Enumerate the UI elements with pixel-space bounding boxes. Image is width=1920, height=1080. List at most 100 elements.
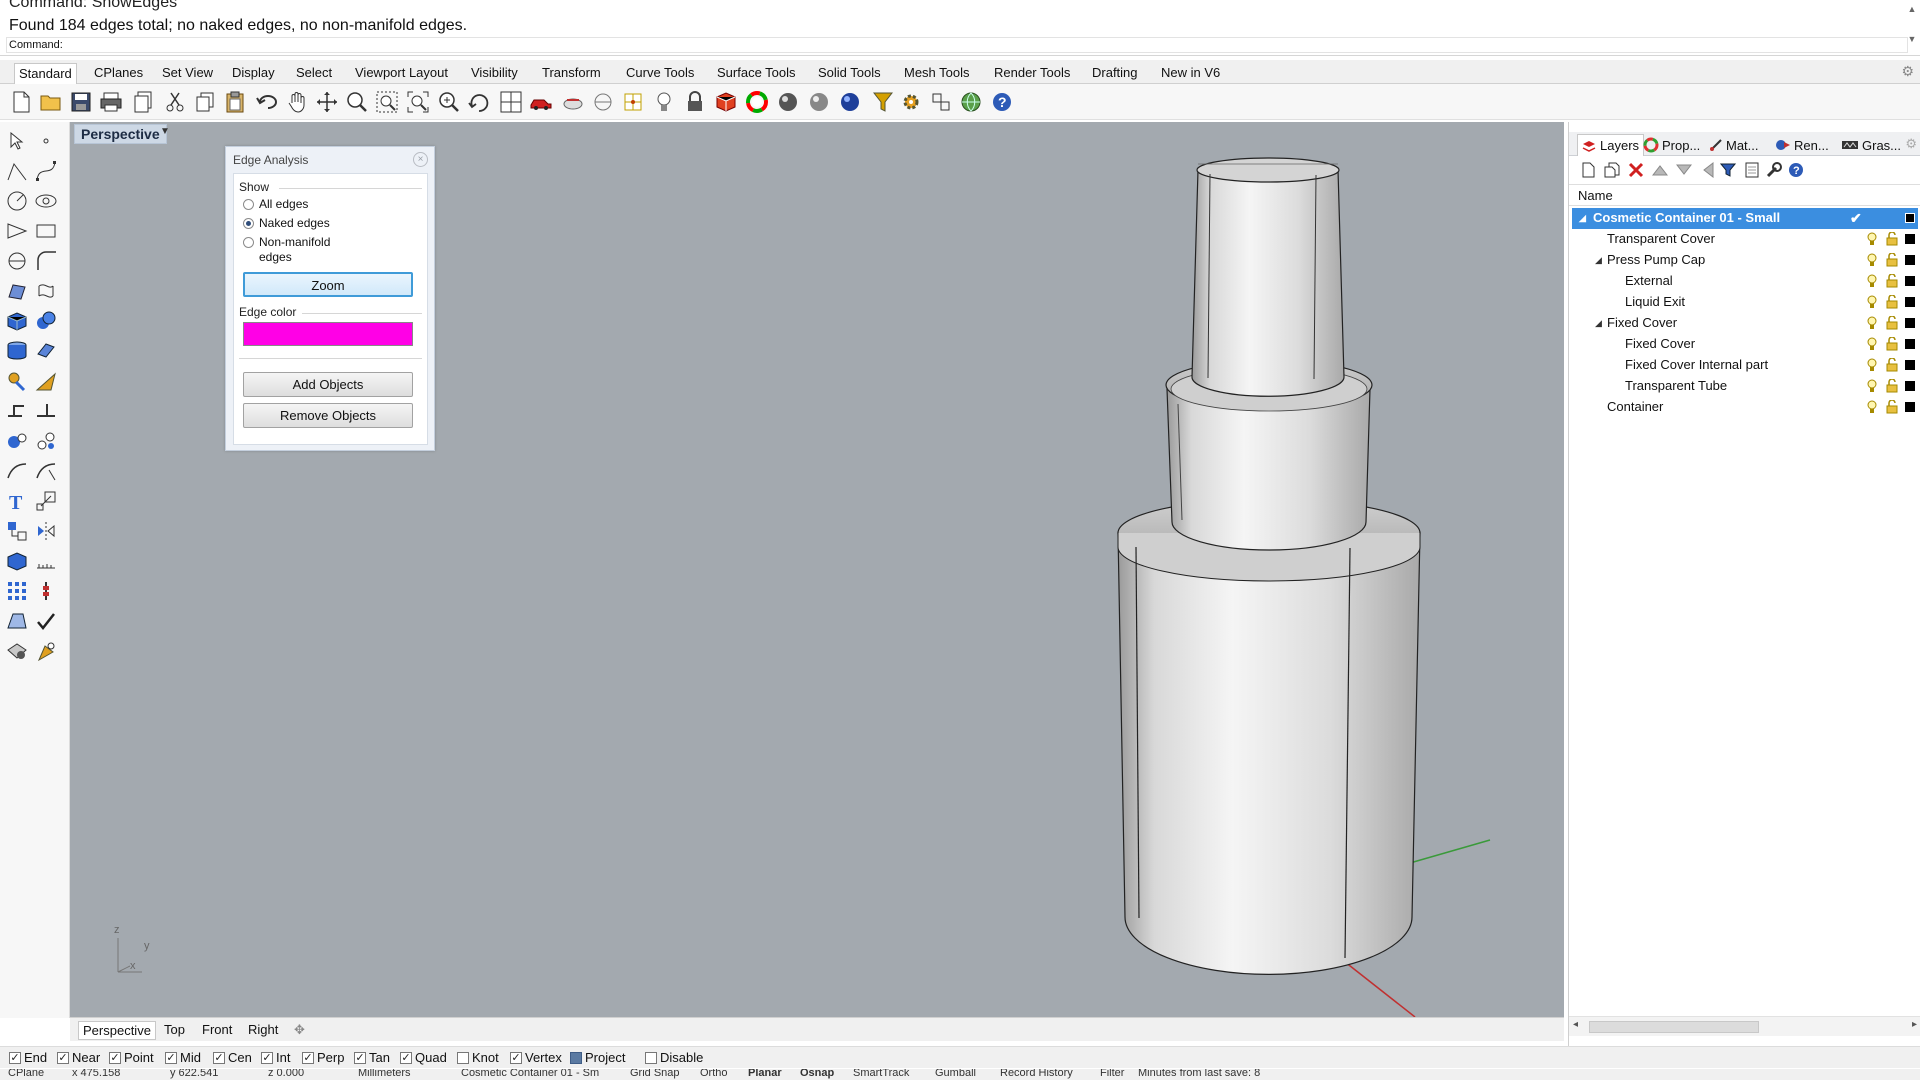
osnap-near[interactable]: ✓ Near: [57, 1050, 100, 1065]
globe-icon[interactable]: [958, 89, 984, 115]
layer-row[interactable]: ◢ Press Pump Cap: [1572, 250, 1918, 271]
tab-new-in-v6[interactable]: New in V6: [1157, 63, 1224, 84]
boolean-icon[interactable]: [33, 308, 59, 334]
status-osnap[interactable]: Osnap: [800, 1069, 834, 1079]
save-icon[interactable]: [68, 89, 94, 115]
checkbox-icon[interactable]: ✓: [261, 1051, 273, 1064]
array-icon[interactable]: [4, 518, 30, 544]
bulb-icon[interactable]: [1867, 232, 1877, 246]
status-grid-snap[interactable]: Grid Snap: [630, 1069, 680, 1079]
panel-tab-properties[interactable]: Prop...: [1643, 134, 1700, 156]
checkbox-icon[interactable]: ✓: [9, 1051, 21, 1064]
arc-icon[interactable]: [4, 248, 30, 274]
bulb-icon[interactable]: [1867, 379, 1877, 393]
circle-tool-icon[interactable]: [4, 188, 30, 214]
print-icon[interactable]: [98, 89, 124, 115]
surface-icon[interactable]: [4, 278, 30, 304]
osnap-disable[interactable]: Disable: [645, 1050, 703, 1065]
layer-color-swatch[interactable]: [1905, 297, 1915, 307]
move-down-icon[interactable]: [1675, 161, 1693, 179]
move-up-icon[interactable]: [1651, 161, 1669, 179]
tab-render-tools[interactable]: Render Tools: [990, 63, 1074, 84]
panel-tab-rendering[interactable]: Ren...: [1775, 134, 1829, 156]
bulb-icon[interactable]: [1867, 316, 1877, 330]
rotate-view-icon[interactable]: [314, 89, 340, 115]
paste-icon[interactable]: [222, 89, 248, 115]
mirror-icon[interactable]: [33, 518, 59, 544]
new-icon[interactable]: [8, 89, 34, 115]
scroll-right-icon[interactable]: ▸: [1912, 1019, 1917, 1030]
filter-icon[interactable]: [870, 89, 896, 115]
unlocked-icon[interactable]: [1886, 358, 1898, 372]
named-views-icon[interactable]: [560, 89, 586, 115]
bulb-icon[interactable]: [1867, 337, 1877, 351]
join-icon[interactable]: [33, 428, 59, 454]
layer-row[interactable]: Fixed Cover Internal part: [1572, 355, 1918, 376]
checkbox-icon[interactable]: ✓: [302, 1051, 314, 1064]
analyze-icon[interactable]: [4, 608, 30, 634]
sphere-gray-icon[interactable]: [806, 89, 832, 115]
zoom-icon[interactable]: [344, 89, 370, 115]
gumball-icon[interactable]: [33, 578, 59, 604]
checkbox-icon[interactable]: ✓: [109, 1051, 121, 1064]
four-viewports-icon[interactable]: [498, 89, 524, 115]
status-units[interactable]: Millimeters: [358, 1069, 411, 1079]
snap-icon[interactable]: [928, 89, 954, 115]
render-mesh-icon[interactable]: [33, 368, 59, 394]
layer-color-swatch[interactable]: [1905, 255, 1915, 265]
layer-color-swatch[interactable]: [1905, 360, 1915, 370]
checkbox-icon[interactable]: ✓: [57, 1051, 69, 1064]
osnap-end[interactable]: ✓ End: [9, 1050, 47, 1065]
layer-color-swatch[interactable]: [1905, 213, 1915, 223]
add-viewport-icon[interactable]: ✥: [290, 1021, 309, 1040]
cut-icon[interactable]: [162, 89, 188, 115]
viewport-title[interactable]: Perspective: [74, 124, 167, 144]
layer-row[interactable]: Transparent Tube: [1572, 376, 1918, 397]
layer-row[interactable]: Liquid Exit: [1572, 292, 1918, 313]
unlocked-icon[interactable]: [1886, 400, 1898, 414]
checkbox-icon[interactable]: [645, 1051, 657, 1064]
copy-icon[interactable]: [192, 89, 218, 115]
status-planar[interactable]: Planar: [748, 1069, 782, 1079]
radio-all-edges[interactable]: [243, 199, 254, 210]
tab-visibility[interactable]: Visibility: [467, 63, 522, 84]
tab-display[interactable]: Display: [228, 63, 279, 84]
layer-color-swatch[interactable]: [1905, 318, 1915, 328]
ellipse-icon[interactable]: [33, 188, 59, 214]
status-filter[interactable]: Filter: [1100, 1069, 1124, 1079]
collapse-triangle-icon[interactable]: ◢: [1595, 250, 1602, 270]
scrollbar-thumb[interactable]: [1589, 1021, 1759, 1033]
select-icon[interactable]: [4, 128, 30, 154]
paint-icon[interactable]: [33, 638, 59, 664]
checkbox-icon[interactable]: [457, 1051, 469, 1064]
osnap-knot[interactable]: Knot: [457, 1050, 499, 1065]
bulb-icon[interactable]: [1867, 295, 1877, 309]
scale-icon[interactable]: [33, 488, 59, 514]
settings-gear-icon[interactable]: ⚙: [1901, 63, 1914, 80]
unlocked-icon[interactable]: [1886, 274, 1898, 288]
undo-icon[interactable]: [254, 89, 280, 115]
sphere-shaded-icon[interactable]: [775, 89, 801, 115]
layer-row[interactable]: Transparent Cover: [1572, 229, 1918, 250]
fillet-icon[interactable]: [33, 248, 59, 274]
column-name[interactable]: Name: [1578, 188, 1613, 203]
move-parent-icon[interactable]: [1699, 161, 1717, 179]
layer-row[interactable]: ◢ Fixed Cover: [1572, 313, 1918, 334]
tab-mesh-tools[interactable]: Mesh Tools: [900, 63, 974, 84]
status-ortho[interactable]: Ortho: [700, 1069, 728, 1079]
gear-icon[interactable]: [898, 89, 924, 115]
zoom-window-icon[interactable]: [374, 89, 400, 115]
tab-curve-tools[interactable]: Curve Tools: [622, 63, 698, 84]
pan-icon[interactable]: [284, 89, 310, 115]
tab-solid-tools[interactable]: Solid Tools: [814, 63, 885, 84]
measure-icon[interactable]: [33, 548, 59, 574]
edge-color-swatch[interactable]: [243, 322, 413, 346]
text-icon[interactable]: T: [4, 488, 30, 514]
collapse-triangle-icon[interactable]: ◢: [1579, 208, 1586, 228]
mesh-gear-icon[interactable]: [4, 368, 30, 394]
viewport-menu-arrow-icon[interactable]: ▼: [160, 126, 170, 137]
osnap-vertex[interactable]: ✓ Vertex: [510, 1050, 562, 1065]
new-layer-icon[interactable]: [1579, 161, 1597, 179]
close-icon[interactable]: ×: [413, 152, 428, 167]
filter-layers-icon[interactable]: [1719, 161, 1737, 179]
